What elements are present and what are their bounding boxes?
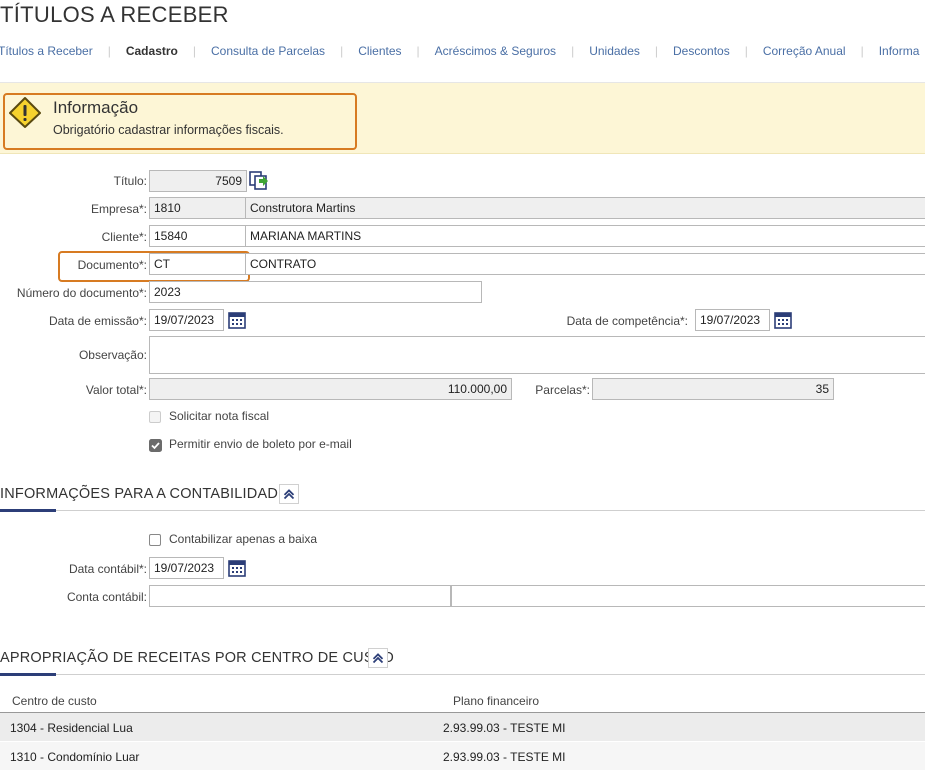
parcelas-field: 35	[592, 378, 834, 400]
contabilizar-baixa-checkbox[interactable]	[149, 534, 161, 546]
info-title: Informação	[53, 98, 139, 117]
tab-cadastro[interactable]: Cadastro	[126, 44, 178, 58]
tab-separator: |	[654, 44, 659, 58]
empresa-label: Empresa*:	[90, 202, 147, 216]
contabilizar-baixa-label: Contabilizar apenas a baixa	[169, 532, 318, 546]
tab-separator: |	[107, 44, 111, 58]
tab-separator: |	[416, 44, 420, 58]
observacao-label: Observação:	[78, 348, 147, 362]
section-divider	[0, 674, 925, 675]
conta-contabil-code-field[interactable]	[149, 585, 451, 607]
calendar-icon[interactable]	[228, 311, 246, 329]
copy-icon[interactable]	[249, 171, 269, 191]
tab-correcao-anual[interactable]: Correção Anual	[763, 44, 846, 58]
cliente-label: Cliente*:	[101, 230, 147, 244]
table-cell-centro-custo: 1304 - Residencial Lua	[10, 721, 133, 735]
tab-titulos-a-receber[interactable]: Títulos a Receber	[0, 44, 93, 58]
conta-contabil-label: Conta contábil:	[66, 590, 147, 604]
tab-separator: |	[192, 44, 196, 58]
collapse-up-icon[interactable]	[368, 648, 388, 668]
tab-descontos[interactable]: Descontos	[673, 44, 730, 58]
warning-icon	[9, 97, 41, 128]
documento-name-field[interactable]: CONTRATO	[245, 253, 925, 275]
cliente-code-field[interactable]: 15840	[149, 225, 246, 247]
documento-code-field[interactable]: CT	[149, 253, 246, 275]
page-title: TÍTULOS A RECEBER	[0, 2, 229, 27]
data-emissao-label: Data de emissão*:	[48, 314, 147, 328]
tab-separator: |	[340, 44, 344, 58]
tab-informa[interactable]: Informa	[879, 44, 920, 58]
calendar-icon[interactable]	[228, 559, 246, 577]
tab-acrescimos-seguros[interactable]: Acréscimos & Seguros	[435, 44, 556, 58]
tab-consulta-parcelas[interactable]: Consulta de Parcelas	[211, 44, 325, 58]
tab-bar: Títulos a Receber | Cadastro | Consulta de P…	[0, 44, 919, 62]
calendar-icon[interactable]	[774, 311, 792, 329]
section-accent	[0, 509, 56, 512]
tab-clientes[interactable]: Clientes	[358, 44, 401, 58]
table-cell-centro-custo: 1310 - Condomínio Luar	[10, 750, 140, 764]
info-message: Obrigatório cadastrar informações fiscai…	[53, 123, 284, 137]
valor-total-label: Valor total*:	[85, 383, 147, 397]
documento-label: Documento*:	[77, 258, 147, 272]
collapse-up-icon[interactable]	[279, 484, 299, 504]
data-contabil-field[interactable]: 19/07/2023	[149, 557, 224, 579]
table-cell-plano-financeiro: 2.93.99.03 - TESTE MI	[443, 750, 566, 764]
valor-total-field: 110.000,00	[149, 378, 512, 400]
numero-documento-label: Número do documento*:	[16, 286, 147, 300]
solicitar-nota-fiscal-label: Solicitar nota fiscal	[169, 409, 270, 423]
conta-contabil-name-field[interactable]	[451, 585, 925, 607]
data-competencia-field[interactable]: 19/07/2023	[695, 309, 770, 331]
cliente-name-field[interactable]: MARIANA MARTINS	[245, 225, 925, 247]
column-header-centro-custo[interactable]: Centro de custo	[12, 694, 97, 708]
apropriacao-section-title: APROPRIAÇÃO DE RECEITAS POR CENTRO DE CU…	[0, 650, 394, 666]
envio-boleto-checkbox[interactable]	[149, 439, 162, 452]
parcelas-label: Parcelas*:	[535, 383, 590, 397]
tab-separator: |	[744, 44, 748, 58]
tab-separator: |	[860, 44, 864, 58]
empresa-name-field: Construtora Martins	[245, 197, 925, 219]
section-accent	[0, 673, 56, 676]
observacao-field[interactable]	[149, 336, 925, 374]
data-contabil-label: Data contábil*:	[68, 562, 147, 576]
column-header-plano-financeiro[interactable]: Plano financeiro	[453, 694, 539, 708]
section-divider	[0, 510, 925, 511]
data-emissao-field[interactable]: 19/07/2023	[149, 309, 224, 331]
titulo-label: Título:	[113, 174, 147, 188]
solicitar-nota-fiscal-checkbox	[149, 411, 161, 423]
table-cell-plano-financeiro: 2.93.99.03 - TESTE MI	[443, 721, 566, 735]
envio-boleto-label: Permitir envio de boleto por e-mail	[169, 437, 352, 451]
tab-separator: |	[571, 44, 575, 58]
tab-unidades[interactable]: Unidades	[589, 44, 640, 58]
numero-documento-field[interactable]: 2023	[149, 281, 482, 303]
empresa-code-field: 1810	[149, 197, 246, 219]
data-competencia-label: Data de competência*:	[566, 314, 688, 328]
titulo-field: 7509	[149, 170, 247, 192]
contabilidade-section-title: INFORMAÇÕES PARA A CONTABILIDADE	[0, 486, 288, 502]
